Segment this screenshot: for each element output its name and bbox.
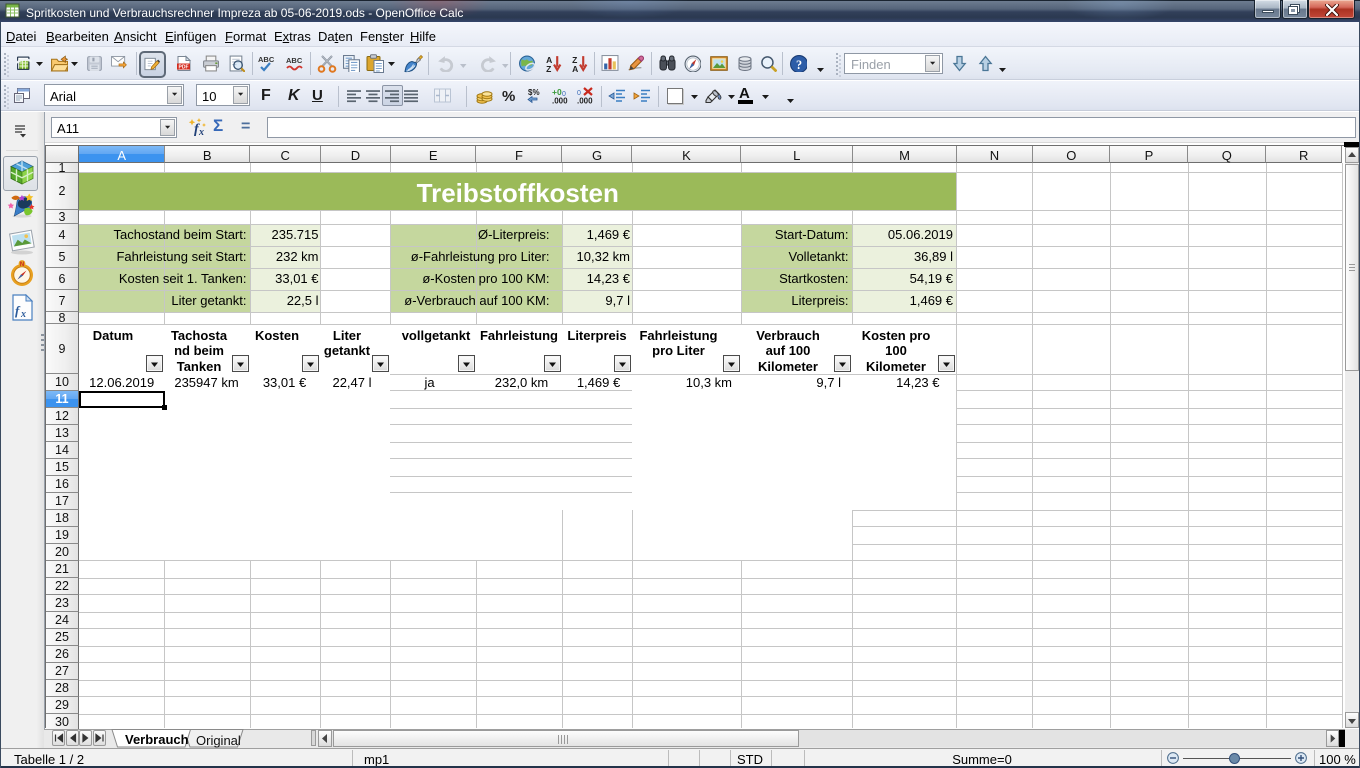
svg-text:$%: $% (528, 88, 540, 97)
svg-text:PDF: PDF (179, 65, 189, 71)
svg-text:x: x (198, 127, 204, 137)
svg-text:.000: .000 (552, 97, 568, 106)
svg-text:x: x (20, 309, 26, 320)
svg-text:+0: +0 (552, 87, 562, 97)
svg-text:A: A (572, 64, 578, 72)
svg-text:.000: .000 (577, 97, 593, 106)
svg-text:ABC: ABC (258, 55, 275, 64)
svg-text:ABC: ABC (286, 56, 303, 65)
svg-text:Z: Z (546, 64, 551, 72)
svg-text:N: N (20, 262, 24, 268)
svg-text:?: ? (796, 58, 802, 72)
